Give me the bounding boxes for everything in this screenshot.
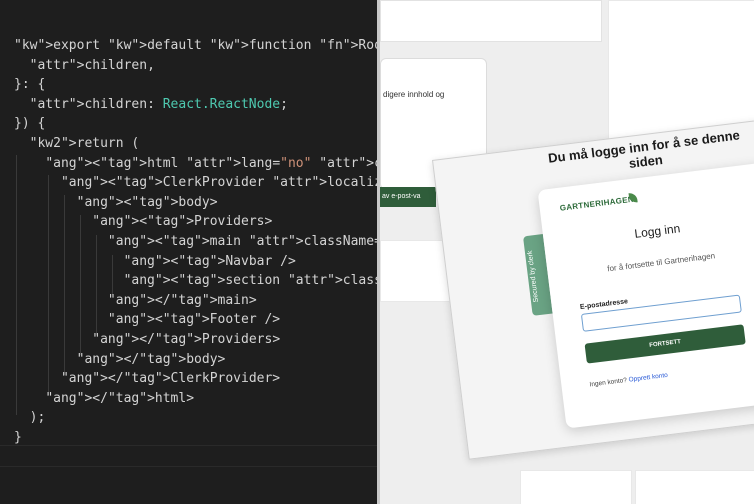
code-line[interactable]: "ang"><"tag">Footer /> <box>14 310 280 330</box>
code-line[interactable]: "ang"></"tag">html> <box>14 389 194 409</box>
browser-viewport: digere innhold og av e-post-va Du må log… <box>380 0 754 504</box>
no-account-text: Ingen konto? <box>589 376 628 389</box>
code-line[interactable]: "ang"></"tag">body> <box>14 350 226 370</box>
code-line[interactable]: "ang"><"tag">main "attr">className="flex… <box>14 232 378 252</box>
code-line[interactable]: "kw">export "kw">default "kw">function "… <box>14 36 378 56</box>
code-line[interactable]: "ang"></"tag">main> <box>14 291 257 311</box>
code-line[interactable]: "attr">children, <box>14 56 155 76</box>
background-button-text: av e-post-va <box>382 193 421 200</box>
code-line[interactable]: }: { <box>14 75 45 95</box>
code-line[interactable]: "ang"><"tag">Providers> <box>14 212 272 232</box>
no-account-row: Ingen konto? Opprett konto <box>589 372 668 389</box>
code-line[interactable]: "ang"><"tag">ClerkProvider "attr">locali… <box>14 173 378 193</box>
auth-modal: Du må logge inn for å se denne siden Sec… <box>432 118 754 460</box>
background-card <box>635 470 754 504</box>
background-card <box>608 0 754 142</box>
background-card <box>380 0 602 42</box>
background-card <box>520 470 632 504</box>
code-line[interactable]: "ang"><"tag">html "attr">lang="no" "attr… <box>14 154 378 174</box>
signin-card: GARTNERIHAGEN Logg inn for å fortsette t… <box>537 162 754 429</box>
code-line[interactable]: "ang"></"tag">Providers> <box>14 330 280 350</box>
signin-title: Logg inn <box>633 221 682 241</box>
code-line[interactable]: } <box>14 428 22 448</box>
code-line[interactable]: "attr">children: React.ReactNode; <box>14 95 288 115</box>
gartnerihagen-logo: GARTNERIHAGEN <box>559 194 635 213</box>
code-line[interactable]: }) { <box>14 114 45 134</box>
current-line-highlight <box>0 445 378 467</box>
code-line[interactable]: "kw2">return ( <box>14 134 140 154</box>
code-line[interactable]: "ang"><"tag">section "attr">className="m… <box>14 271 378 291</box>
code-line[interactable]: "ang"></"tag">ClerkProvider> <box>14 369 280 389</box>
create-account-link[interactable]: Opprett konto <box>628 372 668 384</box>
code-line[interactable]: "ang"><"tag">Navbar /> <box>14 252 296 272</box>
continue-button[interactable]: FORTSETT <box>584 324 746 364</box>
signin-subtitle: for å fortsette til Gartnerihagen <box>606 251 716 274</box>
background-card-text: digere innhold og <box>383 90 445 99</box>
code-line[interactable]: ); <box>14 408 46 428</box>
code-line[interactable]: "ang"><"tag">body> <box>14 193 218 213</box>
code-editor[interactable]: "kw">export "kw">default "kw">function "… <box>0 0 378 504</box>
